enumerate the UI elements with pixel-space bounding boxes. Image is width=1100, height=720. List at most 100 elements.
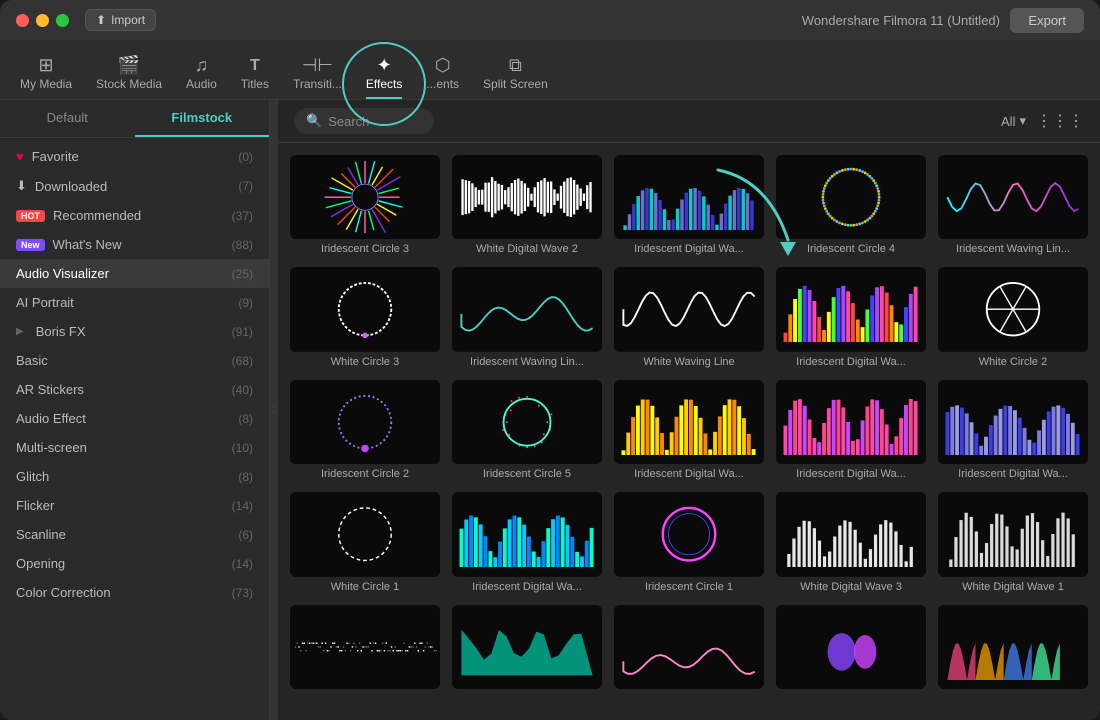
sidebar-item-opening[interactable]: Opening (14) xyxy=(0,549,269,578)
nav-my-media[interactable]: ⊞ My Media xyxy=(20,56,72,99)
nav-audio[interactable]: ♫ Audio xyxy=(186,56,217,99)
effect-card-18[interactable]: Iridescent Circle 1 xyxy=(614,492,764,592)
sidebar-item-color-correction[interactable]: Color Correction (73) xyxy=(0,578,269,607)
nav-split-screen[interactable]: ⧉ Split Screen xyxy=(483,56,548,99)
my-media-label: My Media xyxy=(20,77,72,91)
sidebar-item-downloaded[interactable]: ⬇ Downloaded (7) xyxy=(0,171,269,201)
sidebar-item-favorite[interactable]: ♥ Favorite (0) xyxy=(0,142,269,171)
ar-stickers-count: (40) xyxy=(232,383,253,397)
effect-card-22[interactable] xyxy=(452,605,602,693)
sidebar-item-ai-portrait[interactable]: AI Portrait (9) xyxy=(0,288,269,317)
sidebar-item-glitch[interactable]: Glitch (8) xyxy=(0,462,269,491)
sidebar-item-audio-visualizer[interactable]: Audio Visualizer (25) xyxy=(0,259,269,288)
title-bar: ⬆ Import Wondershare Filmora 11 (Untitle… xyxy=(0,0,1100,40)
effect-card-13[interactable]: Iridescent Digital Wa... xyxy=(614,380,764,480)
effect-label-7: Iridescent Waving Lin... xyxy=(452,356,602,368)
effect-thumbnail-4 xyxy=(776,155,926,239)
effects-label: Effects xyxy=(366,77,402,91)
split-screen-label: Split Screen xyxy=(483,77,548,91)
effect-card-24[interactable] xyxy=(776,605,926,693)
favorite-count: (0) xyxy=(238,150,253,164)
effect-card-3[interactable]: Iridescent Digital Wa... xyxy=(614,155,764,255)
effect-card-14[interactable]: Iridescent Digital Wa... xyxy=(776,380,926,480)
color-correction-count: (73) xyxy=(232,586,253,600)
effect-card-19[interactable]: White Digital Wave 3 xyxy=(776,492,926,592)
search-box[interactable]: 🔍 Search xyxy=(294,108,434,134)
effect-card-15[interactable]: Iridescent Digital Wa... xyxy=(938,380,1088,480)
close-button[interactable] xyxy=(16,14,29,27)
sidebar-item-flicker[interactable]: Flicker (14) xyxy=(0,491,269,520)
nav-titles[interactable]: T Titles xyxy=(241,58,269,99)
sidebar-item-multi-screen[interactable]: Multi-screen (10) xyxy=(0,433,269,462)
effect-card-9[interactable]: Iridescent Digital Wa... xyxy=(776,267,926,367)
grid-view-button[interactable]: ⋮⋮⋮ xyxy=(1036,111,1084,131)
multi-screen-count: (10) xyxy=(232,441,253,455)
effect-label-12: Iridescent Circle 5 xyxy=(452,468,602,480)
effect-card-10[interactable]: White Circle 2 xyxy=(938,267,1088,367)
minimize-button[interactable] xyxy=(36,14,49,27)
sidebar-item-basic[interactable]: Basic (68) xyxy=(0,346,269,375)
effect-label-18: Iridescent Circle 1 xyxy=(614,581,764,593)
effect-label-9: Iridescent Digital Wa... xyxy=(776,356,926,368)
effect-thumbnail-10 xyxy=(938,267,1088,351)
effect-card-8[interactable]: White Waving Line xyxy=(614,267,764,367)
import-button[interactable]: ⬆ Import xyxy=(85,9,156,31)
effect-card-1[interactable]: Iridescent Circle 3 xyxy=(290,155,440,255)
effect-card-25[interactable] xyxy=(938,605,1088,693)
sidebar-item-left: ♥ Favorite xyxy=(16,149,79,164)
sidebar-items: ♥ Favorite (0) ⬇ Downloaded (7) HOT Re xyxy=(0,138,269,720)
effect-card-21[interactable] xyxy=(290,605,440,693)
resize-handle[interactable]: ⋮ xyxy=(270,100,278,720)
effect-card-20[interactable]: White Digital Wave 1 xyxy=(938,492,1088,592)
effect-label-14: Iridescent Digital Wa... xyxy=(776,468,926,480)
flicker-label: Flicker xyxy=(16,498,54,513)
nav-transitions[interactable]: ⊣⊢ Transiti... xyxy=(293,56,342,99)
effect-card-23[interactable] xyxy=(614,605,764,693)
color-correction-label: Color Correction xyxy=(16,585,111,600)
effect-thumbnail-20 xyxy=(938,492,1088,576)
sidebar-item-recommended[interactable]: HOT Recommended (37) xyxy=(0,201,269,230)
sidebar-item-boris-fx[interactable]: ▶ Boris FX (91) xyxy=(0,317,269,346)
import-label: Import xyxy=(111,13,145,27)
effect-label-19: White Digital Wave 3 xyxy=(776,581,926,593)
sidebar-item-audio-effect[interactable]: Audio Effect (8) xyxy=(0,404,269,433)
traffic-lights xyxy=(16,14,69,27)
all-dropdown[interactable]: All ▾ xyxy=(1001,113,1026,129)
effect-thumbnail-18 xyxy=(614,492,764,576)
titles-label: Titles xyxy=(241,77,269,91)
elements-icon: ⬡ xyxy=(435,56,451,74)
sidebar-item-scanline[interactable]: Scanline (6) xyxy=(0,520,269,549)
effect-card-11[interactable]: Iridescent Circle 2 xyxy=(290,380,440,480)
favorite-label: Favorite xyxy=(32,149,79,164)
tab-filmstock[interactable]: Filmstock xyxy=(135,100,270,137)
nav-effects[interactable]: ✦ Effects xyxy=(366,56,402,99)
opening-count: (14) xyxy=(232,557,253,571)
maximize-button[interactable] xyxy=(56,14,69,27)
effect-card-5[interactable]: Iridescent Waving Lin... xyxy=(938,155,1088,255)
tab-default[interactable]: Default xyxy=(0,100,135,137)
effect-card-7[interactable]: Iridescent Waving Lin... xyxy=(452,267,602,367)
effect-label-1: Iridescent Circle 3 xyxy=(290,243,440,255)
all-label: All xyxy=(1001,114,1015,129)
effect-card-6[interactable]: White Circle 3 xyxy=(290,267,440,367)
nav-elements[interactable]: ⬡ ...ents xyxy=(426,56,459,99)
whats-new-label: What's New xyxy=(53,237,122,252)
export-button[interactable]: Export xyxy=(1010,8,1084,33)
effect-card-16[interactable]: White Circle 1 xyxy=(290,492,440,592)
main-content: Default Filmstock ♥ Favorite (0) ⬇ Downl… xyxy=(0,100,1100,720)
scanline-label: Scanline xyxy=(16,527,66,542)
effect-card-17[interactable]: Iridescent Digital Wa... xyxy=(452,492,602,592)
audio-effect-label: Audio Effect xyxy=(16,411,86,426)
effect-card-12[interactable]: Iridescent Circle 5 xyxy=(452,380,602,480)
effect-thumbnail-9 xyxy=(776,267,926,351)
sidebar-item-whats-new[interactable]: New What's New (88) xyxy=(0,230,269,259)
boris-fx-count: (91) xyxy=(232,325,253,339)
effect-card-4[interactable]: Iridescent Circle 4 xyxy=(776,155,926,255)
glitch-count: (8) xyxy=(238,470,253,484)
sidebar-item-ar-stickers[interactable]: AR Stickers (40) xyxy=(0,375,269,404)
nav-stock-media[interactable]: 🎬 Stock Media xyxy=(96,56,162,99)
effect-thumbnail-3 xyxy=(614,155,764,239)
effect-card-2[interactable]: White Digital Wave 2 xyxy=(452,155,602,255)
stock-media-label: Stock Media xyxy=(96,77,162,91)
effect-thumbnail-5 xyxy=(938,155,1088,239)
